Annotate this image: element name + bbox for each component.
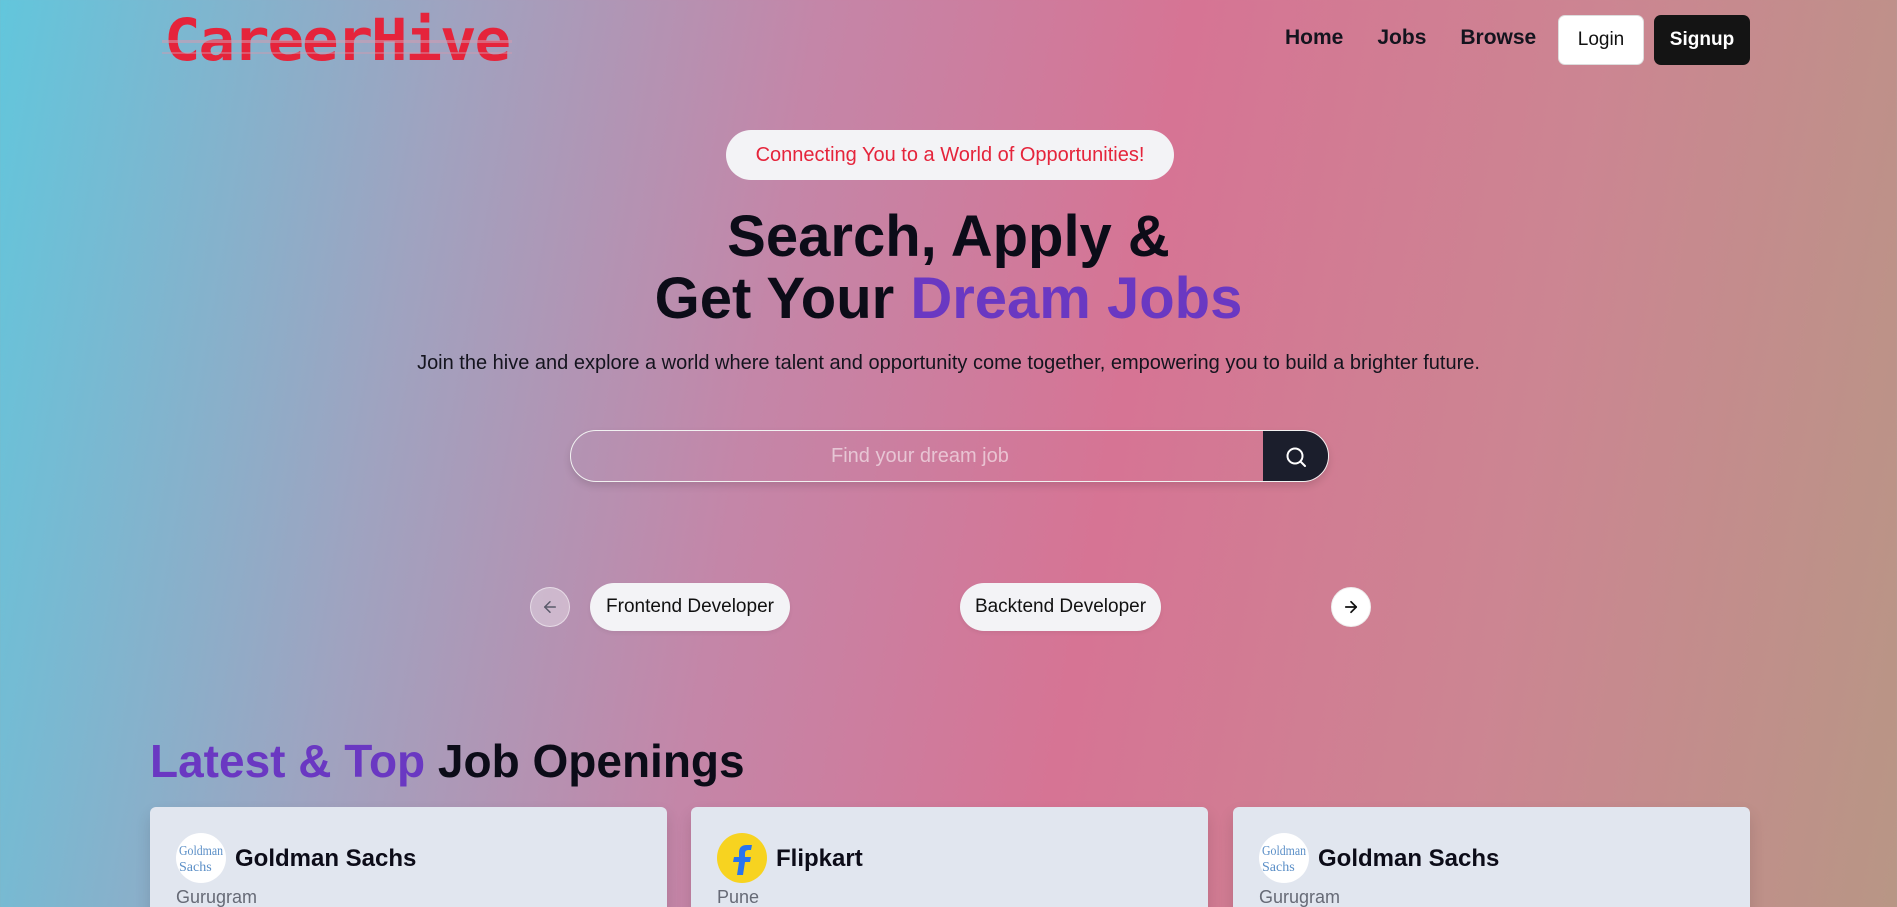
carousel-prev-button[interactable] <box>530 587 570 627</box>
search-icon <box>1286 447 1306 467</box>
latest-jobs-title-accent: Latest & Top <box>150 735 426 787</box>
nav-home-link[interactable]: Home <box>1285 26 1343 50</box>
hero-title: Search, Apply & Get Your Dream Jobs <box>0 206 1897 330</box>
search-button[interactable] <box>1263 431 1328 481</box>
svg-text:Goldman: Goldman <box>1262 844 1306 859</box>
carousel-next-button[interactable] <box>1331 587 1371 627</box>
job-card[interactable]: Goldman Sachs Goldman Sachs Gurugram <box>1233 807 1750 907</box>
svg-text:Sachs: Sachs <box>179 860 212 875</box>
company-location: Gurugram <box>176 887 258 907</box>
arrow-right-icon <box>1344 600 1358 614</box>
hero-title-line1: Search, Apply & <box>727 204 1170 269</box>
navbar: CareerHive Home Jobs Browse Login Signup <box>0 0 1897 82</box>
flipkart-logo-icon <box>717 833 767 883</box>
arrow-left-icon <box>544 601 556 613</box>
job-card[interactable]: Flipkart Pune <box>691 807 1208 907</box>
login-button[interactable]: Login <box>1558 15 1644 65</box>
hero-title-line2: Get Your <box>654 266 911 331</box>
goldman-sachs-logo-icon: Goldman Sachs <box>176 833 226 883</box>
carousel-item-frontend-developer[interactable]: Frontend Developer <box>590 583 790 631</box>
hero-subtitle: Join the hive and explore a world where … <box>417 352 1480 374</box>
search-bar <box>570 430 1329 482</box>
company-location: Gurugram <box>1259 887 1341 907</box>
careerhive-logo[interactable]: CareerHive <box>162 10 512 70</box>
hero-title-accent: Dream Jobs <box>910 266 1243 331</box>
nav-browse-link[interactable]: Browse <box>1460 26 1536 50</box>
company-name: Goldman Sachs <box>235 845 417 872</box>
signup-button[interactable]: Signup <box>1654 15 1750 65</box>
nav-links: Home Jobs Browse <box>1285 26 1570 50</box>
svg-text:Sachs: Sachs <box>1262 860 1295 875</box>
goldman-sachs-logo-icon: Goldman Sachs <box>1259 833 1309 883</box>
svg-text:Goldman: Goldman <box>179 844 223 859</box>
job-card[interactable]: Goldman Sachs Goldman Sachs Gurugram <box>150 807 667 907</box>
latest-jobs-title-plain: Job Openings <box>425 735 745 787</box>
nav-jobs-link[interactable]: Jobs <box>1377 26 1426 50</box>
company-name: Flipkart <box>776 845 863 872</box>
latest-jobs-title: Latest & Top Job Openings <box>150 734 745 788</box>
company-name: Goldman Sachs <box>1318 845 1500 872</box>
company-location: Pune <box>717 887 760 907</box>
carousel-item-backend-developer[interactable]: Backtend Developer <box>960 583 1161 631</box>
tagline-badge: Connecting You to a World of Opportuniti… <box>726 130 1174 180</box>
search-input[interactable] <box>571 431 1263 481</box>
